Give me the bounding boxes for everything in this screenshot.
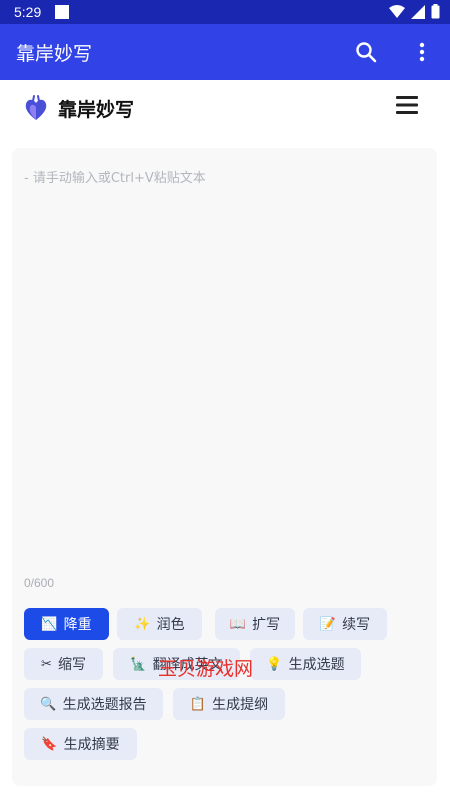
continue-writing-button[interactable]: 📝 续写 bbox=[303, 608, 387, 640]
clipboard-icon: 📋 bbox=[189, 696, 207, 712]
chart-icon: 📉 bbox=[41, 616, 58, 632]
expand-button[interactable]: 📖 扩写 bbox=[215, 608, 295, 640]
status-bar: 5:29 bbox=[0, 0, 450, 24]
search-icon[interactable] bbox=[354, 40, 378, 64]
hamburger-menu-icon[interactable] bbox=[396, 96, 418, 114]
light-bulb-icon: 💡 bbox=[266, 656, 283, 672]
bookmark-icon: 🔖 bbox=[41, 736, 58, 752]
watermark-text: 玉贝游戏网 bbox=[158, 658, 254, 680]
button-label: 扩写 bbox=[252, 617, 281, 633]
abbreviate-button[interactable]: ✂ 缩写 bbox=[24, 648, 103, 680]
generate-outline-button[interactable]: 📋 生成提纲 bbox=[173, 688, 285, 720]
heart-logo-icon bbox=[25, 95, 47, 120]
generate-topic-report-button[interactable]: 🔍 生成选题报告 bbox=[24, 688, 163, 720]
button-label: 生成选题 bbox=[288, 657, 345, 673]
status-icons bbox=[389, 4, 440, 19]
app-title: 靠岸妙写 bbox=[16, 42, 93, 65]
status-time: 5:29 bbox=[14, 4, 42, 20]
scissors-icon: ✂ bbox=[41, 656, 52, 672]
button-label: 润色 bbox=[156, 617, 185, 633]
button-label: 续写 bbox=[342, 617, 371, 633]
text-input-placeholder[interactable]: - 请手动输入或Ctrl+V粘贴文本 bbox=[24, 167, 206, 186]
app-bar: 靠岸妙写 bbox=[0, 24, 450, 80]
more-options-icon[interactable] bbox=[410, 40, 434, 64]
wifi-icon bbox=[389, 4, 405, 18]
memo-icon: 📝 bbox=[319, 616, 337, 632]
polish-button[interactable]: ✨ 润色 bbox=[117, 608, 202, 640]
button-label: 降重 bbox=[63, 617, 92, 633]
button-label: 生成选题报告 bbox=[62, 697, 147, 713]
book-icon: 📖 bbox=[229, 616, 247, 632]
button-label: 生成提纲 bbox=[212, 697, 269, 713]
brand-name: 靠岸妙写 bbox=[58, 99, 135, 121]
page-header: 靠岸妙写 bbox=[0, 80, 450, 136]
sparkles-icon: ✨ bbox=[134, 616, 151, 632]
button-label: 缩写 bbox=[57, 657, 86, 673]
notification-icon bbox=[55, 5, 70, 19]
character-count: 0/600 bbox=[24, 576, 55, 590]
dedup-button[interactable]: 📉 降重 bbox=[24, 608, 109, 640]
battery-icon bbox=[431, 4, 440, 19]
editor-card: - 请手动输入或Ctrl+V粘贴文本 0/600 📉 降重 ✨ 润色 📖 扩写 … bbox=[12, 148, 437, 786]
statue-of-liberty-icon: 🗽 bbox=[130, 656, 147, 672]
signal-icon bbox=[411, 4, 425, 19]
magnifier-icon: 🔍 bbox=[40, 696, 57, 712]
generate-summary-button[interactable]: 🔖 生成摘要 bbox=[24, 728, 137, 760]
generate-topic-button[interactable]: 💡 生成选题 bbox=[250, 648, 361, 680]
button-label: 生成摘要 bbox=[63, 737, 120, 753]
